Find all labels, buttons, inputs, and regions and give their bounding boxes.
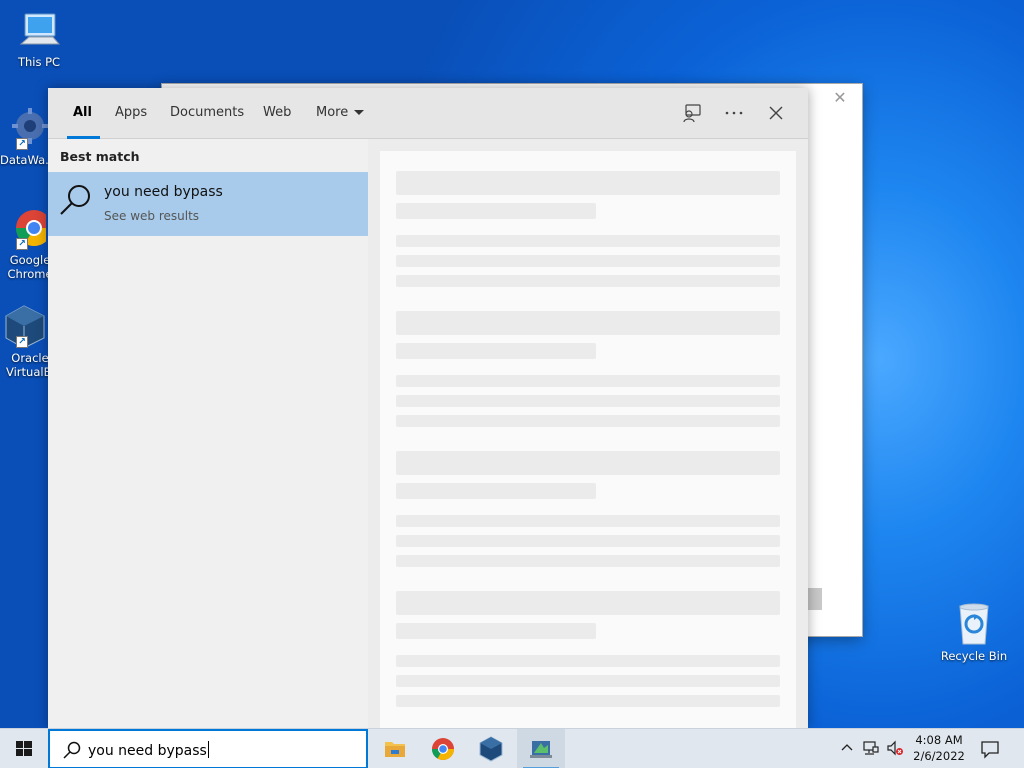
loading-placeholder xyxy=(396,415,780,427)
file-explorer-icon[interactable] xyxy=(371,729,419,768)
tab-web[interactable]: Web xyxy=(263,88,291,139)
shortcut-arrow-icon: ↗ xyxy=(16,238,28,250)
preview-card-loading xyxy=(380,151,796,728)
loading-placeholder xyxy=(396,343,596,359)
loading-placeholder xyxy=(396,171,780,195)
volume-muted-icon[interactable] xyxy=(886,739,904,757)
desktop-icon-label: Google Chrome xyxy=(7,253,53,281)
search-input[interactable]: you need bypass xyxy=(88,741,209,759)
loading-placeholder xyxy=(396,591,780,615)
start-button[interactable] xyxy=(0,729,48,768)
loading-placeholder xyxy=(396,555,780,567)
computer-icon xyxy=(17,8,61,52)
desktop-icon-virtualbox[interactable]: ↗ Oracle VirtualBox xyxy=(0,304,65,379)
loading-placeholder xyxy=(396,275,780,287)
feedback-icon[interactable] xyxy=(681,102,703,124)
tab-documents[interactable]: Documents xyxy=(170,88,244,139)
taskbar-search-box[interactable]: you need bypass xyxy=(48,729,368,768)
loading-placeholder xyxy=(396,535,780,547)
desktop-icon-recycle-bin[interactable]: Recycle Bin xyxy=(938,602,1010,663)
app-icon[interactable] xyxy=(517,729,565,768)
tab-all[interactable]: All xyxy=(67,88,100,139)
desktop-icon-this-pc[interactable]: This PC xyxy=(3,8,75,69)
action-center-icon[interactable] xyxy=(978,738,1002,760)
loading-placeholder xyxy=(396,255,780,267)
windows-logo-icon xyxy=(16,741,32,756)
loading-placeholder xyxy=(396,311,780,335)
loading-placeholder xyxy=(396,395,780,407)
shortcut-arrow-icon: ↗ xyxy=(16,138,28,150)
search-icon xyxy=(58,182,94,218)
best-match-header: Best match xyxy=(60,149,140,164)
virtualbox-icon: ↗ xyxy=(2,304,46,349)
close-icon[interactable]: ✕ xyxy=(832,90,848,106)
virtualbox-icon[interactable] xyxy=(467,729,515,768)
loading-placeholder xyxy=(396,655,780,667)
search-icon xyxy=(62,740,82,760)
text-caret xyxy=(207,741,209,758)
best-match-subtitle: See web results xyxy=(104,209,200,223)
close-icon[interactable] xyxy=(765,102,787,124)
recycle-bin-icon xyxy=(952,602,996,646)
chevron-up-icon[interactable] xyxy=(838,739,856,757)
best-match-title: you need bypass xyxy=(104,184,223,200)
tab-apps[interactable]: Apps xyxy=(115,88,147,139)
desktop-icon-chrome[interactable]: ↗ Google Chrome xyxy=(0,206,54,281)
tab-more[interactable]: More xyxy=(316,88,365,139)
taskbar: you need bypass 4:08 AM 2/6/2022 xyxy=(0,728,1024,768)
desktop-icon-label: Oracle VirtualBox xyxy=(6,351,65,379)
scrollbar-thumb[interactable] xyxy=(808,588,822,610)
search-flyout: All Apps Documents Web More Best match y… xyxy=(48,88,808,728)
preview-pane xyxy=(368,139,808,728)
system-clock[interactable]: 4:08 AM 2/6/2022 xyxy=(908,732,970,764)
loading-placeholder xyxy=(396,451,780,475)
desktop-icon-label: Recycle Bin xyxy=(940,649,1008,663)
loading-placeholder xyxy=(396,623,596,639)
desktop-icon-label: This PC xyxy=(17,55,61,69)
loading-placeholder xyxy=(396,675,780,687)
clock-time: 4:08 AM xyxy=(915,733,963,747)
loading-placeholder xyxy=(396,235,780,247)
results-list: Best match you need bypass See web resul… xyxy=(48,139,368,728)
loading-placeholder xyxy=(396,695,780,707)
ellipsis-icon[interactable] xyxy=(723,102,745,124)
shortcut-arrow-icon: ↗ xyxy=(16,336,28,348)
network-icon[interactable] xyxy=(862,739,880,757)
search-tab-bar: All Apps Documents Web More xyxy=(48,88,808,139)
chrome-icon: ↗ xyxy=(2,206,53,250)
chevron-down-icon xyxy=(354,110,365,115)
chrome-icon[interactable] xyxy=(419,729,467,768)
gear-icon: ↗ xyxy=(4,106,48,150)
loading-placeholder xyxy=(396,515,780,527)
clock-date: 2/6/2022 xyxy=(913,749,965,763)
loading-placeholder xyxy=(396,203,596,219)
loading-placeholder xyxy=(396,375,780,387)
best-match-item[interactable]: you need bypass See web results xyxy=(48,172,368,236)
loading-placeholder xyxy=(396,483,596,499)
